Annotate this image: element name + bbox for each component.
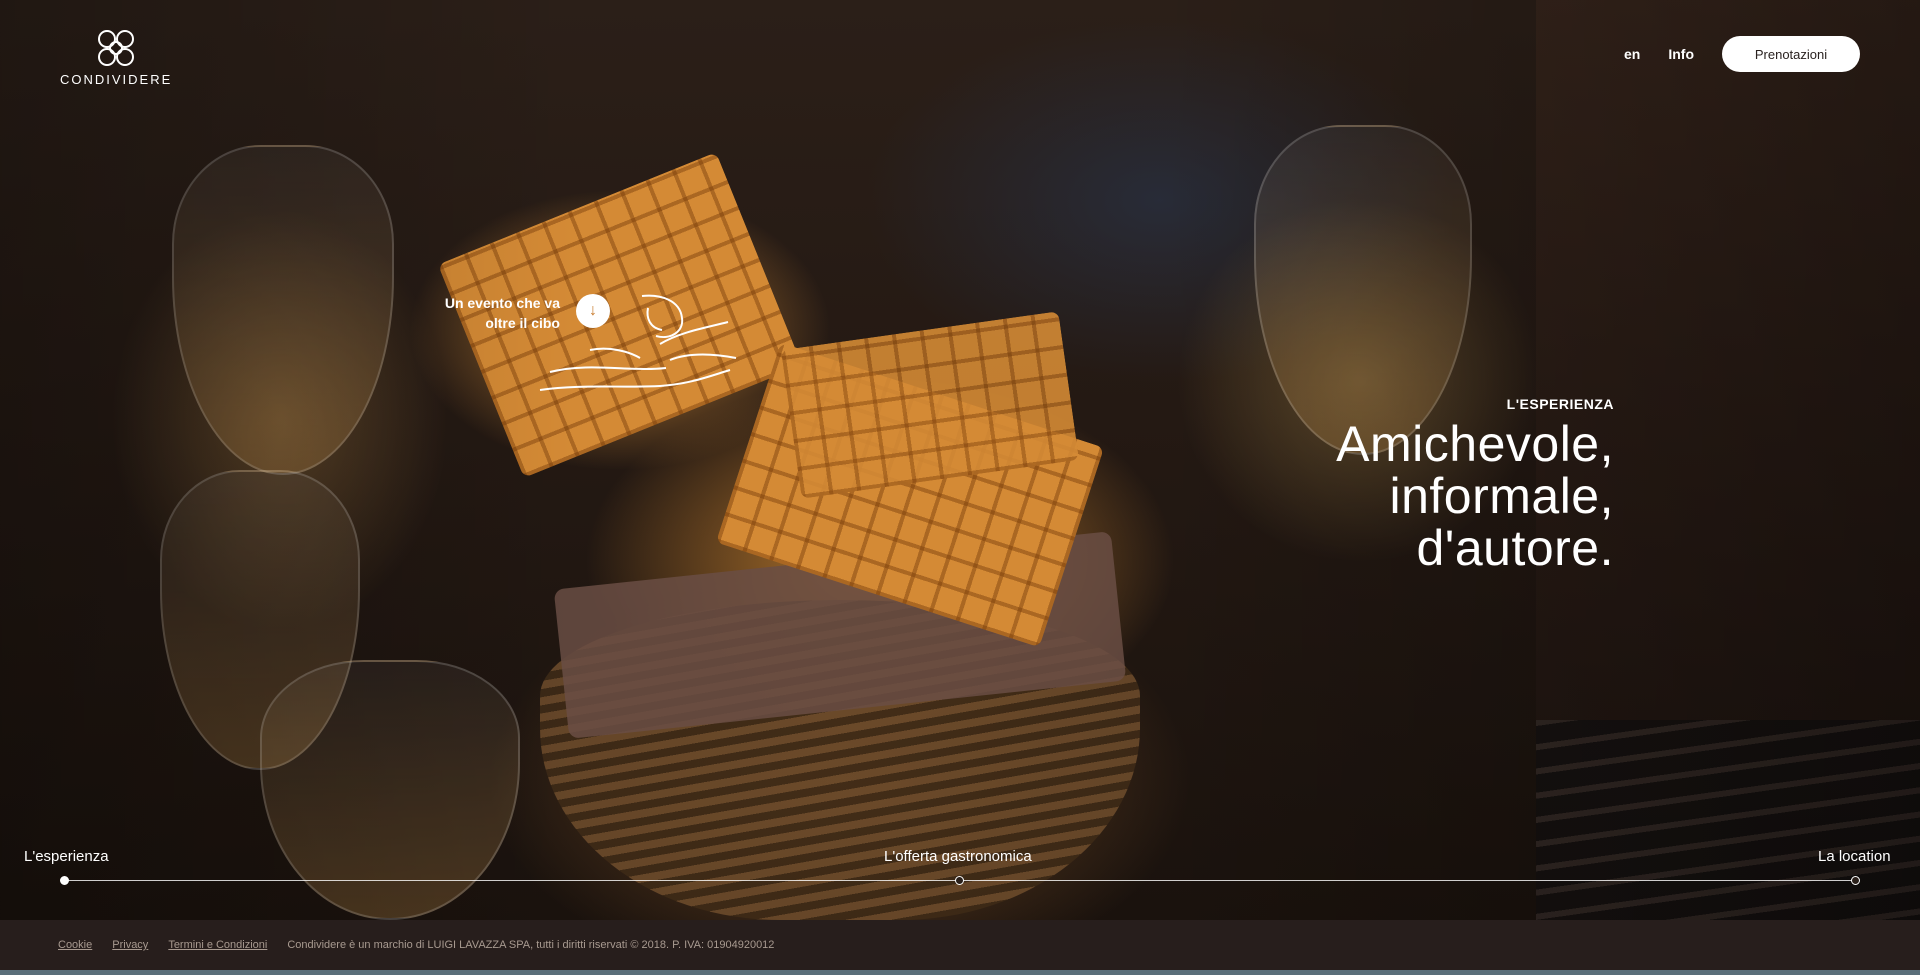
reservations-button[interactable]: Prenotazioni <box>1722 36 1860 72</box>
footer-link-privacy[interactable]: Privacy <box>112 939 148 951</box>
timeline-dot-experience[interactable] <box>60 876 69 885</box>
hero-background <box>0 0 1920 920</box>
hero-title-line-1: Amichevole, <box>1336 416 1614 472</box>
timeline-stop-experience[interactable]: L'esperienza <box>24 848 109 865</box>
section-timeline: L'esperienza L'offerta gastronomica La l… <box>0 848 1920 888</box>
brand-logo[interactable]: CONDIVIDERE <box>60 28 172 87</box>
hero-headline: L'ESPERIENZA Amichevole, informale, d'au… <box>1336 396 1614 574</box>
timeline-stop-food[interactable]: L'offerta gastronomica <box>884 848 1032 865</box>
timeline-dot-food[interactable] <box>955 876 964 885</box>
top-navigation: en Info Prenotazioni <box>1624 36 1860 72</box>
footer-legal-text: Condividere è un marchio di LUIGI LAVAZZ… <box>287 939 775 951</box>
condividere-logo-icon <box>98 30 134 66</box>
page-footer: Cookie Privacy Termini e Condizioni Cond… <box>0 920 1920 970</box>
timeline-dot-location[interactable] <box>1851 876 1860 885</box>
sharing-hands-icon <box>539 294 737 391</box>
hero-vignette <box>0 0 1920 920</box>
scroll-down-button[interactable]: ↓ <box>576 294 610 328</box>
footer-link-terms[interactable]: Termini e Condizioni <box>168 939 267 951</box>
timeline-stop-location[interactable]: La location <box>1818 848 1891 865</box>
language-switch-link[interactable]: en <box>1624 46 1640 62</box>
hero-title-line-3: d'autore. <box>1416 520 1614 576</box>
browser-taskbar-strip <box>0 970 1920 975</box>
brand-name: CONDIVIDERE <box>60 72 173 87</box>
footer-link-cookie[interactable]: Cookie <box>58 939 92 951</box>
hero-title-line-2: informale, <box>1389 468 1614 524</box>
info-link[interactable]: Info <box>1668 46 1694 62</box>
hero-title: Amichevole, informale, d'autore. <box>1336 418 1614 574</box>
section-eyebrow: L'ESPERIENZA <box>1506 396 1614 412</box>
arrow-down-icon: ↓ <box>589 302 597 319</box>
event-teaser[interactable]: Un evento che va oltre il cibo ↓ <box>430 288 760 408</box>
